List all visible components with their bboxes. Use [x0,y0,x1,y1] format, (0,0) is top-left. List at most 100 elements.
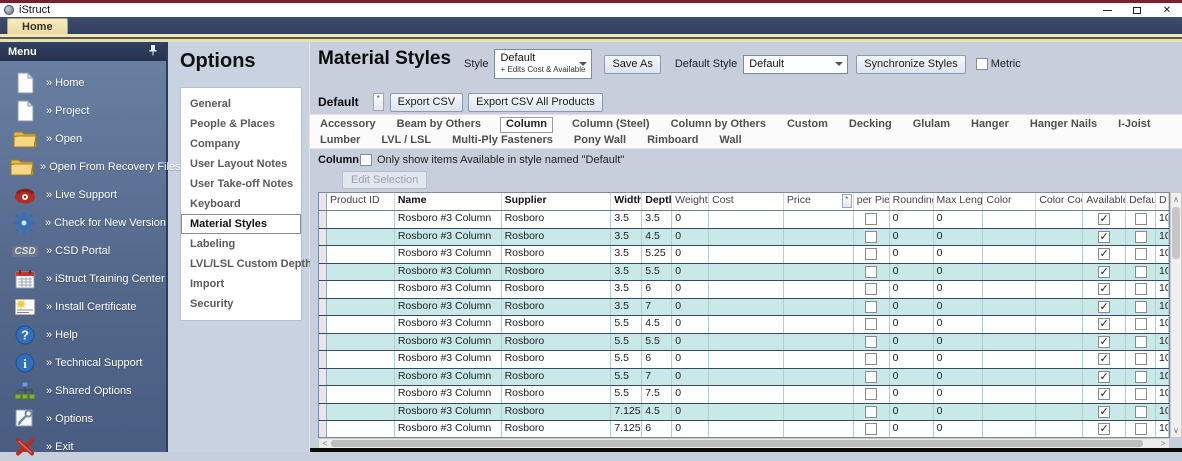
options-item-keyboard[interactable]: Keyboard [181,194,301,214]
scroll-left-icon[interactable]: < [319,439,331,448]
options-item-import[interactable]: Import [181,274,301,294]
column-header-rounding[interactable]: Rounding [890,193,934,210]
cell-cost[interactable] [709,229,784,246]
cell-width[interactable]: 3.5 [611,211,642,228]
cell-d[interactable]: 10 [1156,246,1169,263]
available-checkbox[interactable]: ✓ [1098,318,1110,330]
default-checkbox[interactable] [1135,371,1147,383]
default-checkbox[interactable] [1135,283,1147,295]
cell-per_piece[interactable] [854,264,890,281]
cell-default[interactable] [1126,246,1156,263]
cell-max_length[interactable]: 0 [934,229,984,246]
options-item-security[interactable]: Security [181,294,301,314]
cell-rounding[interactable]: 0 [890,334,934,351]
cell-color_code[interactable] [1036,334,1083,351]
per_piece-checkbox[interactable] [865,388,877,400]
cell-default[interactable] [1126,334,1156,351]
edit-selection-button[interactable]: Edit Selection [342,171,427,189]
cell-price[interactable] [784,351,854,368]
cell-d[interactable]: 10 [1156,421,1169,438]
available-checkbox[interactable]: ✓ [1098,283,1110,295]
sidebar-item-training-center[interactable]: » iStruct Training Center [10,265,166,293]
default-checkbox[interactable] [1135,231,1147,243]
cell-price[interactable] [784,299,854,316]
cell-width[interactable]: 5.5 [611,386,642,403]
cell-price[interactable] [784,264,854,281]
cell-depth[interactable]: 5.5 [642,264,672,281]
row-selector[interactable] [319,404,327,421]
cell-available[interactable]: ✓ [1083,229,1126,246]
cell-available[interactable]: ✓ [1083,386,1126,403]
cell-max_length[interactable]: 0 [934,246,984,263]
cell-rounding[interactable]: 0 [890,229,934,246]
available-checkbox[interactable]: ✓ [1098,371,1110,383]
cell-available[interactable]: ✓ [1083,281,1126,298]
cell-supplier[interactable]: Rosboro [502,264,612,281]
cell-rounding[interactable]: 0 [890,264,934,281]
cell-color_code[interactable] [1036,211,1083,228]
sidebar-item-open[interactable]: » Open [10,125,166,153]
table-row[interactable]: Rosboro #3 ColumnRosboro5.57000✓10 [319,369,1169,387]
cell-max_length[interactable]: 0 [934,351,984,368]
options-item-general[interactable]: General [181,94,301,114]
cell-depth[interactable]: 7 [642,299,672,316]
cell-cost[interactable] [709,246,784,263]
cell-cost[interactable] [709,421,784,438]
category-tab-wall[interactable]: Wall [717,133,743,149]
cell-depth[interactable]: 7 [642,369,672,386]
cell-per_piece[interactable] [854,211,890,228]
cell-per_piece[interactable] [854,299,890,316]
column-header-per-piece[interactable]: per Piece [854,193,890,210]
available-checkbox[interactable]: ✓ [1098,301,1110,313]
cell-d[interactable]: 10 [1156,281,1169,298]
cell-name[interactable]: Rosboro #3 Column [395,229,502,246]
cell-width[interactable]: 5.5 [611,351,642,368]
cell-available[interactable]: ✓ [1083,246,1126,263]
cell-d[interactable]: 10 [1156,351,1169,368]
cell-price[interactable] [784,281,854,298]
cell-color[interactable] [983,404,1036,421]
column-header-name[interactable]: Name [395,193,502,210]
style-options-mini-button[interactable]: * [373,93,384,111]
cell-product_id[interactable] [327,334,395,351]
cell-max_length[interactable]: 0 [934,369,984,386]
cell-depth[interactable]: 6 [642,421,672,438]
cell-default[interactable] [1126,264,1156,281]
cell-available[interactable]: ✓ [1083,369,1126,386]
sidebar-item-help[interactable]: ?» Help [10,321,166,349]
cell-price[interactable] [784,369,854,386]
pin-icon[interactable] [148,44,158,59]
row-selector[interactable] [319,421,327,438]
cell-cost[interactable] [709,299,784,316]
per_piece-checkbox[interactable] [865,231,877,243]
sidebar-item-options[interactable]: » Options [10,405,166,433]
cell-name[interactable]: Rosboro #3 Column [395,246,502,263]
cell-color_code[interactable] [1036,281,1083,298]
cell-color[interactable] [983,229,1036,246]
cell-d[interactable]: 10 [1156,334,1169,351]
cell-per_piece[interactable] [854,351,890,368]
category-tab-multi-ply-fasteners[interactable]: Multi-Ply Fasteners [450,133,555,149]
cell-max_length[interactable]: 0 [934,421,984,438]
cell-d[interactable]: 10 [1156,211,1169,228]
cell-supplier[interactable]: Rosboro [502,316,612,333]
cell-width[interactable]: 3.5 [611,246,642,263]
options-item-people-places[interactable]: People & Places [181,114,301,134]
maximize-button[interactable] [1122,3,1152,17]
price-options-mini-button[interactable]: * [842,194,852,208]
cell-available[interactable]: ✓ [1083,211,1126,228]
cell-default[interactable] [1126,369,1156,386]
per_piece-checkbox[interactable] [865,423,877,435]
sidebar-item-csd-portal[interactable]: CSD» CSD Portal [10,237,166,265]
cell-rounding[interactable]: 0 [890,351,934,368]
column-header-max-length[interactable]: Max Length [934,193,984,210]
available-checkbox[interactable]: ✓ [1098,248,1110,260]
options-item-user-take-off-notes[interactable]: User Take-off Notes [181,174,301,194]
column-header-price[interactable]: Price* [784,193,854,210]
cell-d[interactable]: 10 [1156,386,1169,403]
category-tab-accessory[interactable]: Accessory [318,117,378,133]
options-item-material-styles[interactable]: Material Styles [181,214,301,234]
table-row[interactable]: Rosboro #3 ColumnRosboro3.57000✓10 [319,299,1169,317]
per_piece-checkbox[interactable] [865,406,877,418]
close-button[interactable]: ✕ [1152,3,1182,17]
